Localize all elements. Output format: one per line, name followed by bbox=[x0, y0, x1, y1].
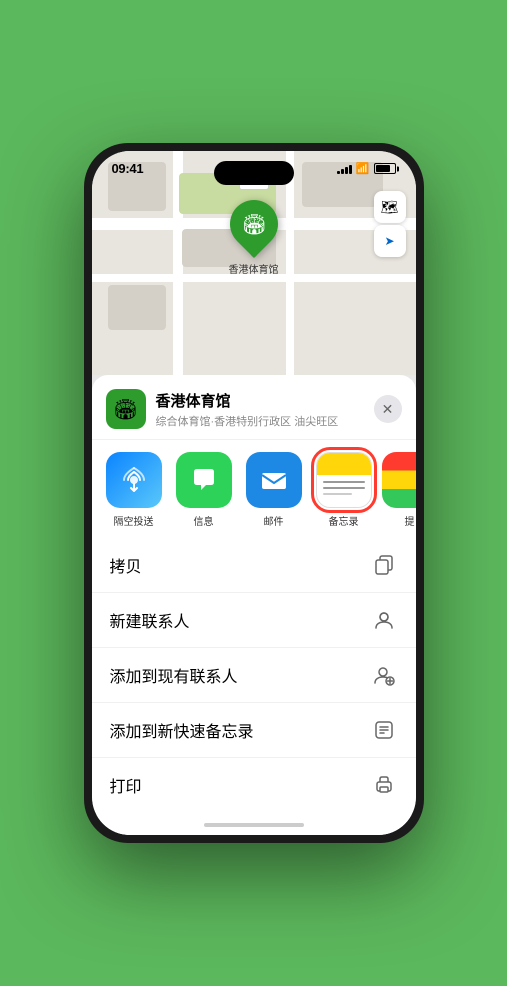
print-icon bbox=[370, 771, 398, 799]
messages-label: 信息 bbox=[194, 513, 214, 528]
airdrop-icon-box bbox=[106, 452, 162, 508]
action-new-contact[interactable]: 新建联系人 bbox=[92, 593, 416, 648]
messages-icon-box bbox=[176, 452, 232, 508]
action-copy[interactable]: 拷贝 bbox=[92, 538, 416, 593]
add-notes-label: 添加到新快速备忘录 bbox=[110, 718, 254, 742]
pin-icon: 🏟 bbox=[241, 212, 266, 237]
close-button[interactable]: ✕ bbox=[374, 395, 402, 423]
venue-info: 香港体育馆 综合体育馆·香港特别行政区 油尖旺区 bbox=[156, 390, 374, 429]
map-view-button[interactable]: 🗺 bbox=[374, 191, 406, 223]
notes-icon-box bbox=[316, 452, 372, 508]
action-print[interactable]: 打印 bbox=[92, 758, 416, 805]
location-pin: 🏟 香港体育馆 bbox=[229, 200, 279, 276]
action-list: 拷贝 新建联系人 bbox=[92, 538, 416, 815]
home-indicator bbox=[92, 815, 416, 835]
venue-description: 综合体育馆·香港特别行政区 油尖旺区 bbox=[156, 413, 374, 429]
new-contact-icon bbox=[370, 606, 398, 634]
wifi-icon: 📶 bbox=[356, 162, 370, 175]
copy-label: 拷贝 bbox=[110, 553, 142, 577]
share-item-airdrop[interactable]: 隔空投送 bbox=[102, 452, 166, 528]
notes-label: 备忘录 bbox=[329, 513, 359, 528]
status-time: 09:41 bbox=[112, 161, 144, 176]
map-controls: 🗺 ➤ bbox=[374, 191, 406, 257]
dynamic-island bbox=[214, 161, 294, 185]
add-existing-icon bbox=[370, 661, 398, 689]
add-notes-icon bbox=[370, 716, 398, 744]
action-add-notes[interactable]: 添加到新快速备忘录 bbox=[92, 703, 416, 758]
venue-name: 香港体育馆 bbox=[156, 390, 374, 411]
phone-screen: 09:41 📶 bbox=[92, 151, 416, 835]
copy-icon bbox=[370, 551, 398, 579]
share-item-more[interactable]: 提 bbox=[382, 452, 416, 528]
battery-icon bbox=[374, 163, 396, 174]
action-add-existing[interactable]: 添加到现有联系人 bbox=[92, 648, 416, 703]
sheet-header: 🏟 香港体育馆 综合体育馆·香港特别行政区 油尖旺区 ✕ bbox=[92, 375, 416, 440]
share-item-messages[interactable]: 信息 bbox=[172, 452, 236, 528]
add-existing-label: 添加到现有联系人 bbox=[110, 663, 238, 687]
signal-bars-icon bbox=[337, 164, 352, 174]
bottom-sheet: 🏟 香港体育馆 综合体育馆·香港特别行政区 油尖旺区 ✕ bbox=[92, 375, 416, 835]
print-label: 打印 bbox=[110, 773, 142, 797]
location-button[interactable]: ➤ bbox=[374, 225, 406, 257]
more-label: 提 bbox=[405, 513, 415, 528]
phone-frame: 09:41 📶 bbox=[84, 143, 424, 843]
mail-icon-box bbox=[246, 452, 302, 508]
share-item-notes[interactable]: 备忘录 bbox=[312, 452, 376, 528]
venue-icon: 🏟 bbox=[106, 389, 146, 429]
home-bar bbox=[204, 823, 304, 827]
status-icons: 📶 bbox=[337, 162, 396, 175]
share-item-mail[interactable]: 邮件 bbox=[242, 452, 306, 528]
more-icon-box bbox=[382, 452, 416, 508]
mail-label: 邮件 bbox=[264, 513, 284, 528]
new-contact-label: 新建联系人 bbox=[110, 608, 190, 632]
pin-label: 香港体育馆 bbox=[229, 261, 279, 276]
airdrop-label: 隔空投送 bbox=[114, 513, 154, 528]
share-row: 隔空投送 信息 bbox=[92, 440, 416, 538]
